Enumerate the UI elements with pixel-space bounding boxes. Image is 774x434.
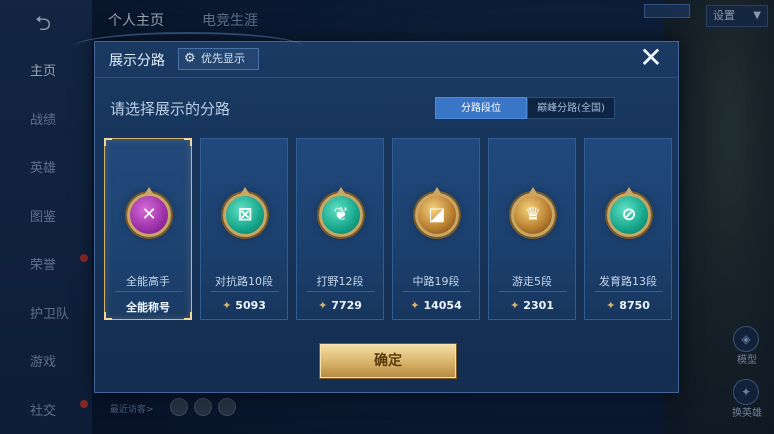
rank-star-icon: ✦ (222, 299, 232, 312)
lane-score: ✦ 5093 (201, 299, 287, 312)
rank-star-icon: ✦ (510, 299, 520, 312)
lane-emblem-icon: ⊘ (607, 193, 651, 237)
priority-display-button[interactable]: ⚙ 优先显示 (178, 48, 259, 70)
dialog-title: 展示分路 (109, 53, 165, 69)
lane-score-value: 全能称号 (126, 301, 170, 314)
emblem-glyph-icon: ⊠ (237, 204, 253, 225)
lane-card[interactable]: ✕ 全能高手全能称号 (104, 138, 192, 320)
lane-card[interactable]: ⊠ 对抗路10段 ✦ 5093 (200, 138, 288, 320)
rank-star-icon: ✦ (606, 299, 616, 312)
lane-name: 打野12段 (316, 275, 364, 288)
lane-score-value: 5093 (235, 299, 266, 312)
lane-score-value: 2301 (523, 299, 554, 312)
emblem-glyph-icon: ✕ (141, 204, 157, 225)
rank-star-icon: ✦ (318, 299, 328, 312)
close-button[interactable]: ✕ (638, 44, 664, 72)
lane-card[interactable]: ◪ 中路19段 ✦ 14054 (392, 138, 480, 320)
divider (211, 291, 279, 292)
emblem-glyph-icon: ❦ (333, 204, 349, 225)
dialog-subtitle: 请选择展示的分路 (110, 100, 231, 118)
lane-score-value: 8750 (619, 299, 650, 312)
lane-card[interactable]: ♛ 游走5段 ✦ 2301 (488, 138, 576, 320)
lane-score-value: 14054 (423, 299, 462, 312)
lane-emblem-icon: ♛ (511, 193, 555, 237)
selection-corner (104, 138, 112, 146)
divider (403, 291, 471, 292)
divider (499, 291, 567, 292)
emblem-glyph-icon: ⊘ (621, 204, 637, 225)
lane-score: ✦ 8750 (585, 299, 671, 312)
display-lane-dialog: 展示分路 ⚙ 优先显示 ✕ 请选择展示的分路 分路段位 巅峰分路(全国) ✕ 全能… (73, 32, 679, 393)
lane-card-list: ✕ 全能高手 全能称号 ⊠ 对抗路10段 ✦ 5093 ❦ 打野12段 ✦ 7729 ◪ 中路19段 ✦ 1… (104, 138, 672, 320)
lane-emblem-icon: ◪ (415, 193, 459, 237)
confirm-button[interactable]: 确定 (320, 344, 456, 378)
divider (307, 291, 375, 292)
divider (115, 291, 183, 292)
lane-card[interactable]: ⊘ 发育路13段 ✦ 8750 (584, 138, 672, 320)
lane-score: ✦ 7729 (297, 299, 383, 312)
lane-emblem-icon: ⊠ (223, 193, 267, 237)
lane-name: 中路19段 (412, 275, 460, 288)
lane-score-value: 7729 (331, 299, 362, 312)
gear-icon: ⚙ (184, 51, 196, 66)
divider (595, 291, 663, 292)
lane-name: 游走5段 (512, 275, 552, 288)
selection-corner (184, 138, 192, 146)
tab-peak-lane-national[interactable]: 巅峰分路(全国) (527, 97, 615, 119)
lane-score: ✦ 2301 (489, 299, 575, 312)
lane-emblem-icon: ❦ (319, 193, 363, 237)
emblem-glyph-icon: ♛ (524, 204, 542, 225)
lane-emblem-icon: ✕ (127, 193, 171, 237)
lane-name: 发育路13段 (599, 275, 657, 288)
lane-card[interactable]: ❦ 打野12段 ✦ 7729 (296, 138, 384, 320)
lane-name: 对抗路10段 (215, 275, 273, 288)
emblem-glyph-icon: ◪ (428, 204, 446, 225)
lane-segmented-control: 分路段位 巅峰分路(全国) (435, 97, 615, 119)
divider (95, 77, 678, 78)
tab-lane-rank[interactable]: 分路段位 (435, 97, 527, 119)
lane-score: 全能称号 (105, 299, 191, 315)
lane-name: 全能高手 (126, 275, 170, 288)
lane-score: ✦ 14054 (393, 299, 479, 312)
rank-star-icon: ✦ (410, 299, 420, 312)
